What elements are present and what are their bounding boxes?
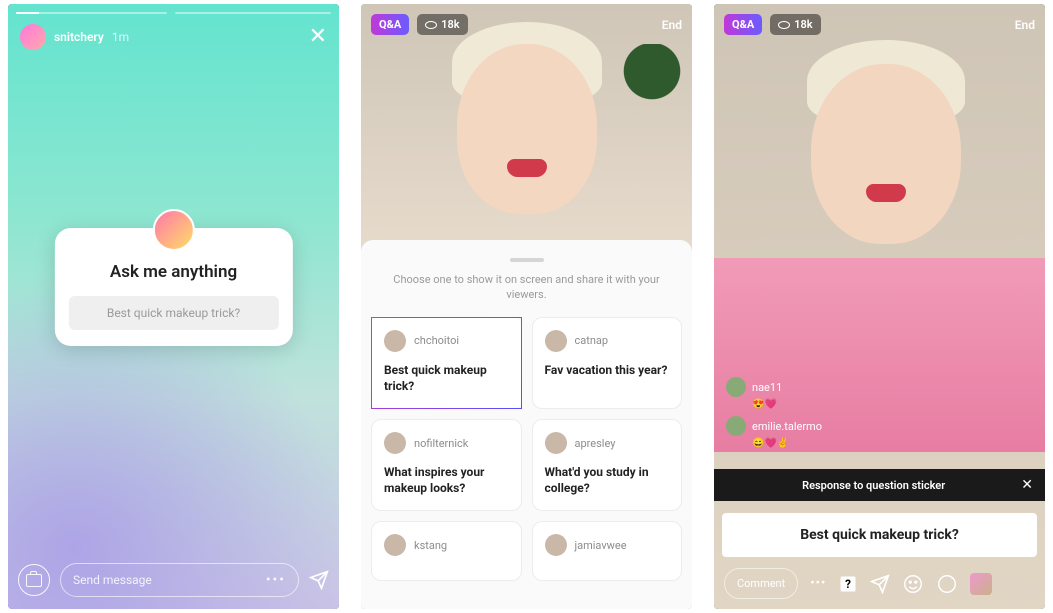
send-message-input[interactable]: Send message ••• (60, 563, 299, 597)
sheet-handle[interactable] (510, 258, 544, 262)
question-card[interactable]: jamiavwee (532, 521, 683, 581)
viewer-count-badge[interactable]: 18k (417, 14, 467, 35)
author-avatar[interactable] (20, 24, 46, 50)
commenter-username: emilie.talermo (752, 420, 822, 433)
question-text: Best quick makeup trick? (384, 362, 509, 394)
viewer-count: 18k (441, 18, 459, 31)
end-live-button[interactable]: End (662, 18, 682, 32)
viewer-count-badge[interactable]: 18k (770, 14, 820, 35)
qa-badge: Q&A (724, 14, 762, 35)
question-text: Fav vacation this year? (545, 362, 670, 378)
sheet-caption: Choose one to show it on screen and shar… (371, 272, 682, 303)
author-username[interactable]: snitchery (54, 30, 104, 44)
live-broadcast-screen: Q&A 18k End nae11 😍💗 emilie.talermo 😄💗✌️ Re… (714, 4, 1045, 609)
viewer-count: 18k (794, 18, 812, 31)
sticker-prompt: Ask me anything (68, 262, 278, 282)
more-icon[interactable]: ••• (266, 572, 286, 588)
question-avatar (545, 432, 567, 454)
response-header-title: Response to question sticker (726, 479, 1021, 492)
comment-reaction: 😄💗✌️ (752, 438, 822, 449)
question-username: chchoitoi (414, 334, 459, 347)
question-card[interactable]: apresley What'd you study in college? (532, 419, 683, 511)
end-live-button[interactable]: End (1015, 18, 1035, 32)
story-screen: snitchery 1m ✕ Ask me anything Best quic… (8, 4, 339, 609)
sticker-answer-input[interactable]: Best quick makeup trick? (68, 296, 278, 330)
question-card[interactable]: nofilternick What inspires your makeup lo… (371, 419, 522, 511)
commenter-avatar (726, 416, 746, 436)
question-card[interactable]: chchoitoi Best quick makeup trick? (371, 317, 522, 409)
story-timestamp: 1m (112, 30, 129, 44)
send-placeholder: Send message (73, 573, 152, 587)
commenter-avatar (726, 377, 746, 397)
response-header: Response to question sticker ✕ (714, 469, 1045, 501)
eye-icon (425, 21, 437, 29)
question-card[interactable]: kstang (371, 521, 522, 581)
close-response-icon[interactable]: ✕ (1021, 477, 1033, 493)
question-username: catnap (575, 334, 609, 347)
eye-icon (778, 21, 790, 29)
more-button[interactable]: ••• (810, 576, 826, 591)
face-filter-icon[interactable] (902, 573, 924, 595)
story-progress-bars (16, 12, 331, 14)
question-card-icon[interactable]: ? (838, 574, 858, 594)
comment-input[interactable]: Comment (724, 568, 798, 599)
question-avatar (545, 330, 567, 352)
question-username: jamiavwee (575, 539, 627, 552)
question-username: apresley (575, 437, 616, 450)
live-question-picker-screen: Q&A 18k End Choose one to show it on scr… (361, 4, 692, 609)
comment-reaction: 😍💗 (752, 399, 822, 410)
effects-icon[interactable] (936, 573, 958, 595)
story-progress-segment (16, 12, 167, 14)
share-icon[interactable] (309, 570, 329, 590)
story-progress-segment (175, 12, 331, 14)
svg-text:?: ? (846, 577, 852, 591)
commenter-username: nae11 (752, 381, 782, 394)
question-avatar (384, 534, 406, 556)
question-text: What'd you study in college? (545, 464, 670, 496)
question-avatar (545, 534, 567, 556)
question-avatar (384, 330, 406, 352)
question-sticker[interactable]: Ask me anything Best quick makeup trick? (54, 228, 292, 346)
question-card[interactable]: catnap Fav vacation this year? (532, 317, 683, 409)
question-username: nofilternick (414, 437, 468, 450)
live-video-preview (361, 4, 692, 258)
question-avatar (384, 432, 406, 454)
live-comment[interactable]: emilie.talermo (726, 416, 822, 436)
live-comment[interactable]: nae11 (726, 377, 822, 397)
media-picker-thumbnail[interactable] (970, 573, 992, 595)
share-icon[interactable] (870, 574, 890, 594)
question-username: kstang (414, 539, 447, 552)
question-sheet[interactable]: Choose one to show it on screen and shar… (361, 240, 692, 609)
camera-icon (26, 574, 42, 587)
qa-badge: Q&A (371, 14, 409, 35)
camera-button[interactable] (18, 564, 50, 596)
sticker-avatar (153, 209, 195, 251)
response-question-card: Best quick makeup trick? (722, 513, 1037, 557)
close-icon[interactable]: ✕ (309, 26, 327, 48)
question-text: What inspires your makeup looks? (384, 464, 509, 496)
